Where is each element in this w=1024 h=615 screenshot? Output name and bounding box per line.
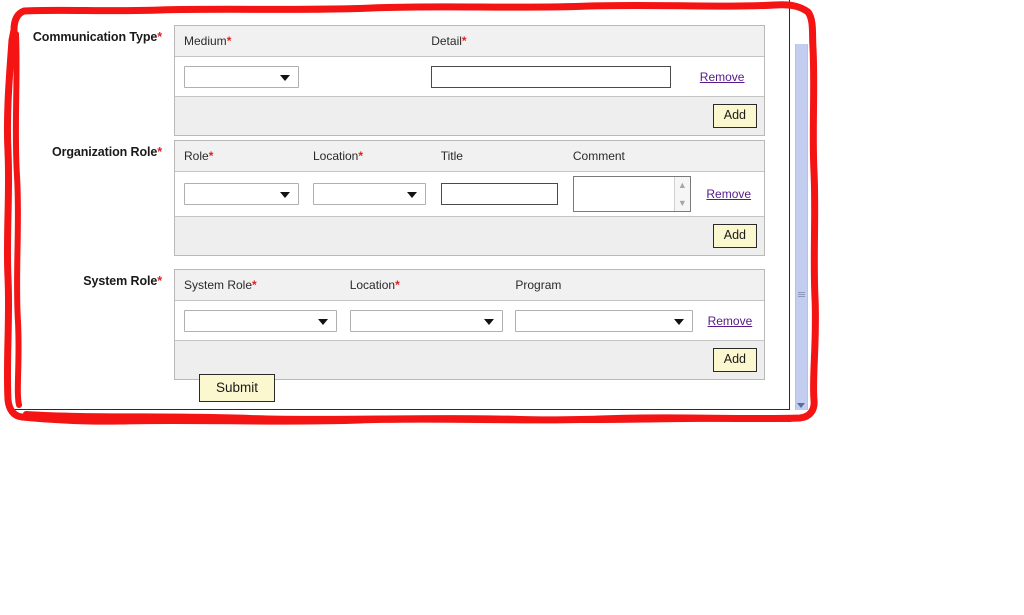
column-header-medium: Medium* [175,26,423,57]
remove-link[interactable]: Remove [706,187,751,201]
section-label-text: Communication Type [32,30,158,44]
required-asterisk: * [252,278,257,292]
cell-add: Add [175,96,764,135]
column-header-label: Title [440,149,463,163]
grid-organization-role: Role* Location* Title Comment ▲ ▼ Remove… [174,140,765,256]
column-header-location: Location* [340,270,507,301]
cell-role [175,171,304,217]
submit-area: Submit [199,374,276,402]
grid-communication-type: Medium* Detail* Remove Add [174,25,765,136]
column-header-program: Program [506,270,699,301]
column-header-label: Medium [184,34,227,48]
form-content-pane: Communication Type* Medium* Detail* Remo… [11,0,790,410]
column-header-label: Program [515,278,562,292]
section-label-text: Organization Role [51,145,158,159]
scroll-down-icon[interactable]: ▼ [675,195,690,211]
section-organization-role: Organization Role* Role* Location* Title… [11,140,765,256]
comment-textarea[interactable]: ▲ ▼ [572,176,691,212]
add-button[interactable]: Add [712,103,757,129]
add-button[interactable]: Add [712,347,757,373]
section-communication-type: Communication Type* Medium* Detail* Remo… [11,25,765,136]
column-header-role: Role* [175,141,304,172]
required-asterisk: * [157,30,162,44]
column-header-actions [697,141,764,172]
add-button[interactable]: Add [712,223,757,249]
section-label-text: System Role [83,274,158,288]
submit-button[interactable]: Submit [199,374,276,402]
cell-detail [422,56,691,97]
grid-header-row: Role* Location* Title Comment [175,141,764,172]
column-header-label: Role [184,149,209,163]
cell-add: Add [175,216,764,255]
column-header-label: System Role [184,278,253,292]
cell-remove: Remove [690,56,764,97]
remove-link[interactable]: Remove [708,314,753,328]
cell-system-role [175,300,341,341]
grid-header-row: System Role* Location* Program [175,270,764,301]
screenshot-stage: Communication Type* Medium* Detail* Remo… [0,0,1024,615]
page-scrollbar[interactable] [795,0,808,410]
cell-comment: ▲ ▼ [563,171,698,217]
section-system-role: System Role* System Role* Location* Prog… [11,269,765,380]
cell-location [340,300,507,341]
section-label-communication-type: Communication Type* [11,25,174,44]
column-header-system-role: System Role* [175,270,341,301]
table-row: Remove [175,56,764,97]
scroll-up-icon[interactable]: ▲ [675,177,690,193]
column-header-label: Detail [431,34,462,48]
cell-medium [175,56,423,97]
column-header-actions [698,270,764,301]
column-header-title: Title [431,141,564,172]
required-asterisk: * [157,274,162,288]
required-asterisk: * [358,149,364,163]
cell-title [431,171,564,217]
column-header-actions [690,26,764,57]
role-select[interactable] [184,183,299,205]
program-select[interactable] [515,309,694,332]
remove-link[interactable]: Remove [700,70,745,84]
location-select[interactable] [349,309,503,332]
column-header-label: Location [312,149,359,163]
system-role-select[interactable] [184,309,337,332]
column-header-comment: Comment [563,141,698,172]
grid-footer-row: Add [175,96,764,135]
column-header-label: Location [349,278,396,292]
scrollbar-down-arrow-icon[interactable] [797,403,805,408]
table-row: ▲ ▼ Remove [175,171,764,217]
title-input[interactable] [440,183,558,205]
cell-location [303,171,432,217]
grid-header-row: Medium* Detail* [175,26,764,57]
detail-input[interactable] [431,65,672,88]
section-label-organization-role: Organization Role* [11,140,174,159]
cell-remove: Remove [697,171,764,217]
scrollbar-thumb-grip-icon [798,292,805,299]
required-asterisk: * [226,34,232,48]
cell-program [506,300,699,341]
column-header-label: Comment [572,149,625,163]
column-header-detail: Detail* [422,26,691,57]
cell-remove: Remove [698,300,764,341]
required-asterisk: * [157,145,162,159]
column-header-location: Location* [303,141,432,172]
grid-footer-row: Add [175,216,764,255]
required-asterisk: * [395,278,400,292]
location-select[interactable] [312,183,426,205]
required-asterisk: * [461,34,467,48]
medium-select[interactable] [184,65,299,88]
section-label-system-role: System Role* [11,269,174,288]
comment-scrollbar[interactable]: ▲ ▼ [673,177,690,211]
grid-system-role: System Role* Location* Program Remove Ad… [174,269,765,380]
table-row: Remove [175,300,764,341]
required-asterisk: * [208,149,214,163]
scrollbar-track[interactable] [795,44,808,410]
